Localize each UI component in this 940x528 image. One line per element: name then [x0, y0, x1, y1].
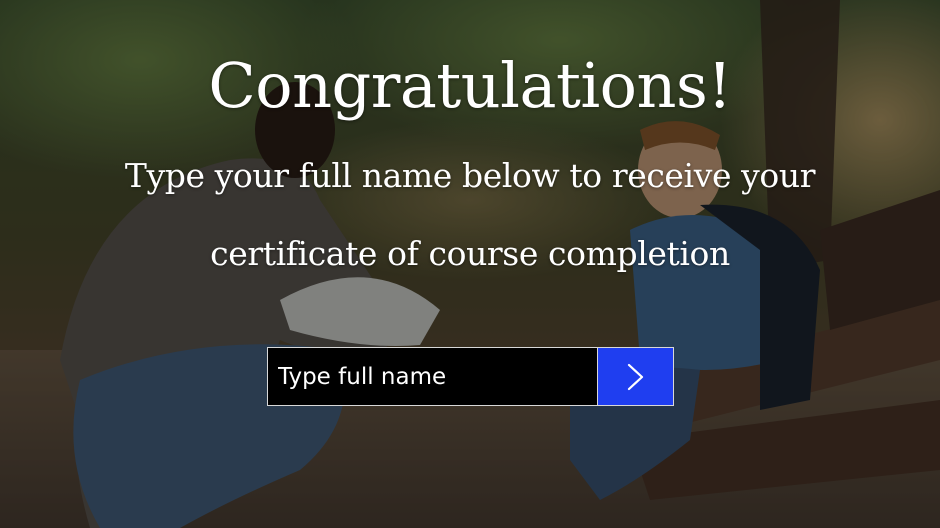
chevron-right-icon: [627, 363, 643, 390]
instruction-line-1: Type your full name below to receive you…: [124, 156, 816, 195]
submit-button[interactable]: [597, 347, 674, 406]
instruction-line-2: certificate of course completion: [210, 234, 730, 273]
certificate-name-screen: Congratulations! Type your full name bel…: [0, 0, 940, 528]
full-name-input[interactable]: [267, 347, 598, 406]
congratulations-heading: Congratulations!: [208, 49, 732, 122]
name-entry-form: [267, 347, 674, 406]
